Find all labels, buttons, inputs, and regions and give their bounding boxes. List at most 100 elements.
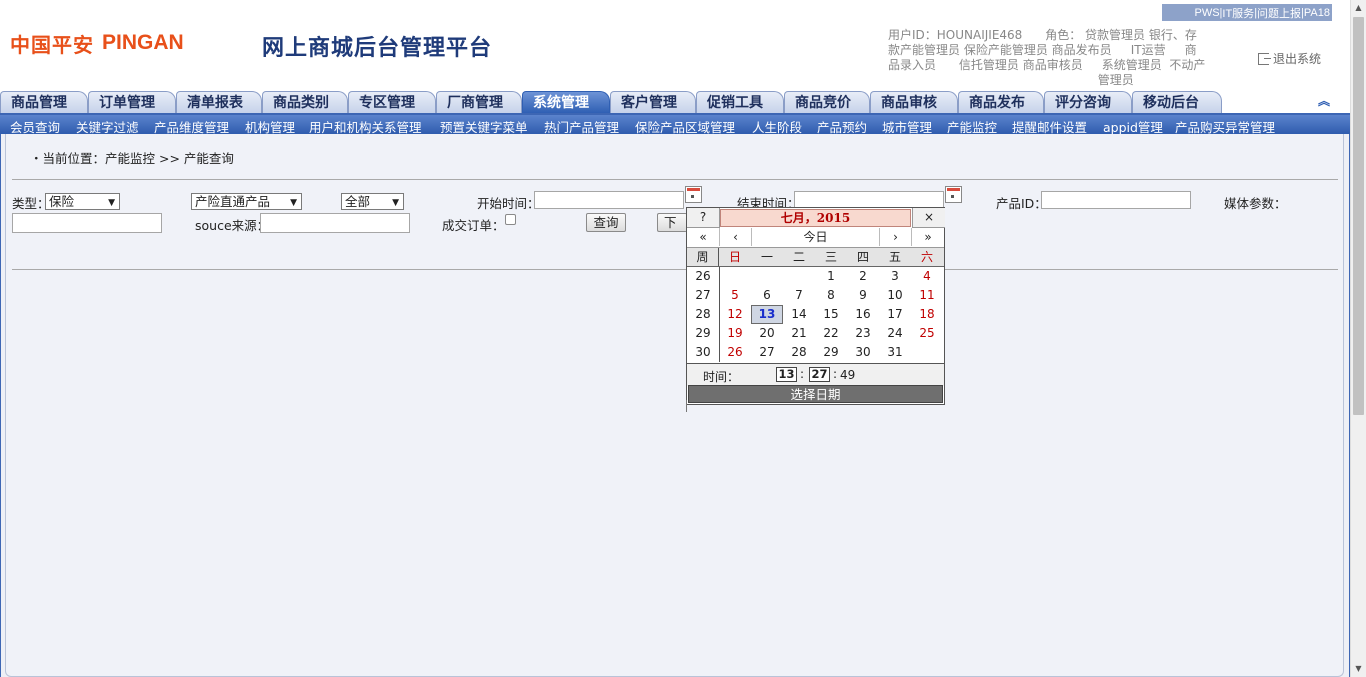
deal-order-checkbox[interactable] (505, 214, 516, 225)
subnav-item-appid-management[interactable]: appid管理 (1103, 117, 1163, 134)
calendar-day[interactable]: 23 (847, 324, 879, 343)
chevron-down-icon: ▼ (108, 198, 115, 208)
tab-label: 清单报表 (187, 95, 243, 111)
product-id-label: 产品ID： (996, 196, 1047, 211)
calendar-day[interactable]: 30 (847, 343, 879, 362)
tab-product-publish[interactable]: 商品发布 (958, 91, 1044, 113)
tab-zone-management[interactable]: 专区管理 (348, 91, 436, 113)
calendar-day[interactable]: 12 (719, 305, 751, 324)
calendar-day[interactable]: 19 (719, 324, 751, 343)
scrollbar-thumb[interactable] (1353, 17, 1364, 415)
calendar-day[interactable]: 31 (879, 343, 911, 362)
tab-product-category[interactable]: 商品类别 (262, 91, 348, 113)
calendar-day[interactable]: 9 (847, 286, 879, 305)
tab-customer-management[interactable]: 客户管理 (610, 91, 696, 113)
collapse-header-icon[interactable]: ︽ (1318, 95, 1330, 107)
tab-label: 厂商管理 (447, 95, 503, 111)
media-param-input[interactable] (12, 213, 162, 233)
tab-mobile-backend[interactable]: 移动后台 (1132, 91, 1222, 113)
calendar-day[interactable]: 15 (815, 305, 847, 324)
vertical-scrollbar[interactable]: ▲ ▼ (1350, 0, 1366, 677)
tab-rating-consult[interactable]: 评分咨询 (1044, 91, 1132, 113)
next-month-button[interactable]: › (880, 228, 912, 246)
subnav-item-user-org-relation[interactable]: 用户和机构关系管理 (309, 117, 422, 134)
subnav-item-hot-product[interactable]: 热门产品管理 (544, 117, 619, 134)
calendar-day[interactable]: 16 (847, 305, 879, 324)
product-id-input[interactable] (1041, 191, 1191, 209)
logout-button[interactable]: 退出系统 (1258, 50, 1321, 67)
calendar-day[interactable]: 26 (719, 343, 751, 362)
subnav-item-life-stage[interactable]: 人生阶段 (752, 117, 802, 134)
calendar-day[interactable]: 24 (879, 324, 911, 343)
weekday-fri: 五 (888, 250, 901, 264)
tab-promotion-tools[interactable]: 促销工具 (696, 91, 784, 113)
tab-product-bidding[interactable]: 商品竞价 (784, 91, 870, 113)
subnav-item-member-query[interactable]: 会员查询 (10, 117, 60, 134)
subnav-item-city-management[interactable]: 城市管理 (882, 117, 932, 134)
tab-list-report[interactable]: 清单报表 (176, 91, 262, 113)
calendar-day[interactable]: 3 (879, 267, 911, 286)
today-button[interactable]: 今日 (752, 228, 880, 246)
subnav-item-product-dimension[interactable]: 产品维度管理 (154, 117, 229, 134)
subnav-item-purchase-exception[interactable]: 产品购买异常管理 (1175, 117, 1275, 134)
calendar-day[interactable]: 29 (815, 343, 847, 362)
type-select[interactable]: 保险 ▼ (45, 193, 120, 210)
calendar-day[interactable]: 22 (815, 324, 847, 343)
scroll-up-icon[interactable]: ▲ (1351, 0, 1366, 16)
calendar-day[interactable]: 4 (911, 267, 943, 286)
hour-field[interactable]: 13 (776, 367, 797, 382)
calendar-day-today[interactable]: 13 (751, 305, 783, 324)
prev-month-button[interactable]: ‹ (720, 228, 752, 246)
calendar-day[interactable]: 5 (719, 286, 751, 305)
subnav-item-insurance-region[interactable]: 保险产品区域管理 (635, 117, 735, 134)
calendar-day[interactable]: 25 (911, 324, 943, 343)
calendar-help-button[interactable]: ? (687, 208, 720, 228)
tab-system-management[interactable]: 系统管理 (522, 91, 610, 113)
calendar-day[interactable]: 8 (815, 286, 847, 305)
calendar-day[interactable]: 6 (751, 286, 783, 305)
top-link-pws[interactable]: PWS (1194, 7, 1219, 19)
calendar-day[interactable]: 1 (815, 267, 847, 286)
logo[interactable]: 中国平安 PINGAN (10, 30, 184, 57)
top-link-pa18[interactable]: PA18 (1304, 7, 1330, 19)
download-button[interactable]: 下载 (657, 213, 687, 232)
scope-select[interactable]: 全部 ▼ (341, 193, 404, 210)
calendar-day[interactable]: 27 (751, 343, 783, 362)
tab-product-review[interactable]: 商品审核 (870, 91, 958, 113)
tab-product-management[interactable]: 商品管理 (0, 91, 88, 113)
end-calendar-icon[interactable] (945, 186, 962, 203)
select-date-button[interactable]: 选择日期 (688, 385, 943, 403)
calendar-day[interactable]: 7 (783, 286, 815, 305)
subnav-item-reminder-email[interactable]: 提醒邮件设置 (1012, 117, 1087, 134)
week-number: 29 (695, 326, 711, 340)
calendar-day[interactable]: 10 (879, 286, 911, 305)
start-time-input[interactable] (534, 191, 684, 209)
calendar-day[interactable]: 21 (783, 324, 815, 343)
divider (686, 400, 687, 412)
calendar-close-button[interactable]: × (912, 208, 945, 228)
calendar-day[interactable]: 17 (879, 305, 911, 324)
minute-field[interactable]: 27 (809, 367, 830, 382)
top-link-it-service[interactable]: IT服务 (1222, 5, 1254, 21)
calendar-day[interactable]: 14 (783, 305, 815, 324)
subnav-item-capacity-monitor[interactable]: 产能监控 (947, 117, 997, 134)
top-link-report-issue[interactable]: 问题上报 (1257, 5, 1301, 21)
query-button[interactable]: 查询 (586, 213, 626, 232)
start-calendar-icon[interactable] (685, 186, 702, 203)
product-type-select[interactable]: 产险直通产品 ▼ (191, 193, 302, 210)
subnav-item-product-booking[interactable]: 产品预约 (817, 117, 867, 134)
tab-order-management[interactable]: 订单管理 (88, 91, 176, 113)
calendar-day[interactable]: 2 (847, 267, 879, 286)
scroll-down-icon[interactable]: ▼ (1351, 661, 1366, 677)
next-year-button[interactable]: » (912, 228, 944, 246)
source-input[interactable] (260, 213, 410, 233)
subnav-item-keyword-filter[interactable]: 关键字过滤 (76, 117, 139, 134)
calendar-day[interactable]: 18 (911, 305, 943, 324)
calendar-day[interactable]: 11 (911, 286, 943, 305)
subnav-item-org-management[interactable]: 机构管理 (245, 117, 295, 134)
calendar-day[interactable]: 28 (783, 343, 815, 362)
calendar-day[interactable]: 20 (751, 324, 783, 343)
tab-vendor-management[interactable]: 厂商管理 (436, 91, 522, 113)
subnav-item-preset-keyword-menu[interactable]: 预置关键字菜单 (440, 117, 528, 134)
prev-year-button[interactable]: « (687, 228, 720, 246)
